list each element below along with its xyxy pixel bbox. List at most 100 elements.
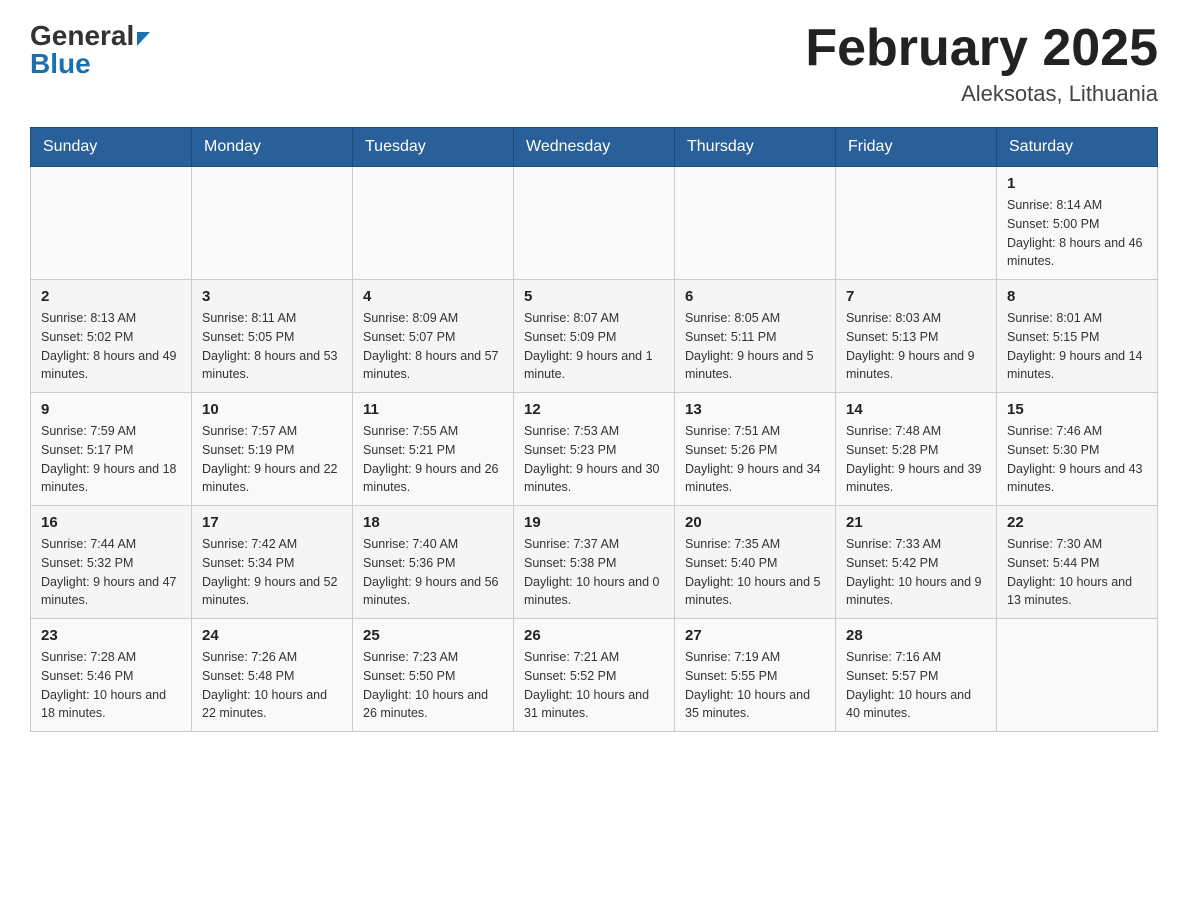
title-section: February 2025 Aleksotas, Lithuania bbox=[805, 20, 1158, 107]
day-info: Sunrise: 7:42 AM Sunset: 5:34 PM Daylight:… bbox=[202, 535, 342, 610]
day-info-line: Daylight: 9 hours and 43 minutes. bbox=[1007, 462, 1143, 495]
day-info-line: Daylight: 9 hours and 47 minutes. bbox=[41, 575, 177, 608]
day-info-line: Sunrise: 7:33 AM bbox=[846, 537, 941, 551]
calendar-day-cell: 28 Sunrise: 7:16 AM Sunset: 5:57 PM Dayligh… bbox=[836, 619, 997, 732]
day-info-line: Daylight: 8 hours and 46 minutes. bbox=[1007, 236, 1143, 269]
day-info-line: Sunset: 5:50 PM bbox=[363, 669, 455, 683]
day-info-line: Daylight: 9 hours and 18 minutes. bbox=[41, 462, 177, 495]
day-info-line: Sunrise: 7:53 AM bbox=[524, 424, 619, 438]
day-number: 20 bbox=[685, 514, 825, 531]
day-info: Sunrise: 7:28 AMSunset: 5:46 PMDaylight:… bbox=[41, 648, 181, 723]
day-info-line: Daylight: 9 hours and 56 minutes. bbox=[363, 575, 499, 608]
day-info: Sunrise: 7:33 AMSunset: 5:42 PMDaylight:… bbox=[846, 535, 986, 610]
calendar-day-cell: 25Sunrise: 7:23 AMSunset: 5:50 PMDayligh… bbox=[353, 619, 514, 732]
day-info-line: Sunrise: 7:30 AM bbox=[1007, 537, 1102, 551]
day-info: Sunrise: 7:59 AM Sunset: 5:17 PM Daylight:… bbox=[41, 422, 181, 497]
day-info-line: Sunrise: 7:55 AM bbox=[363, 424, 458, 438]
calendar-day-cell: 8Sunrise: 8:01 AMSunset: 5:15 PMDaylight… bbox=[997, 280, 1158, 393]
day-info-line: Sunrise: 7:48 AM bbox=[846, 424, 941, 438]
day-info: Sunrise: 7:51 AMSunset: 5:26 PMDaylight:… bbox=[685, 422, 825, 497]
day-info-line: Sunset: 5:40 PM bbox=[685, 556, 777, 570]
day-number: 3 bbox=[202, 288, 342, 305]
calendar-day-cell bbox=[31, 167, 192, 280]
day-info-line: Sunrise: 7:51 AM bbox=[685, 424, 780, 438]
day-info-line: Daylight: 10 hours and 22 minutes. bbox=[202, 688, 327, 721]
day-info-line: Sunrise: 8:11 AM bbox=[202, 311, 296, 325]
day-info-line: Daylight: 9 hours and 30 minutes. bbox=[524, 462, 660, 495]
day-info-line: Sunset: 5:34 PM bbox=[202, 556, 294, 570]
calendar-day-cell: 20 Sunrise: 7:35 AM Sunset: 5:40 PM Dayligh… bbox=[675, 506, 836, 619]
calendar-week-row: 16Sunrise: 7:44 AMSunset: 5:32 PMDayligh… bbox=[31, 506, 1158, 619]
day-number: 10 bbox=[202, 401, 342, 418]
day-info-line: Sunrise: 7:59 AM bbox=[41, 424, 136, 438]
day-number: 28 bbox=[846, 627, 986, 644]
calendar-day-cell: 12Sunrise: 7:53 AMSunset: 5:23 PMDayligh… bbox=[514, 393, 675, 506]
day-number: 2 bbox=[41, 288, 181, 305]
day-info: Sunrise: 7:30 AM Sunset: 5:44 PM Daylight:… bbox=[1007, 535, 1147, 610]
calendar-day-cell: 23Sunrise: 7:28 AMSunset: 5:46 PMDayligh… bbox=[31, 619, 192, 732]
calendar-day-cell: 5Sunrise: 8:07 AMSunset: 5:09 PMDaylight… bbox=[514, 280, 675, 393]
day-info-line: Daylight: 9 hours and 1 minute. bbox=[524, 349, 653, 382]
day-info-line: Sunrise: 8:14 AM bbox=[1007, 198, 1102, 212]
day-info-line: Sunrise: 8:13 AM bbox=[41, 311, 136, 325]
day-info-line: Sunrise: 7:46 AM bbox=[1007, 424, 1102, 438]
calendar-day-cell: 26Sunrise: 7:21 AMSunset: 5:52 PMDayligh… bbox=[514, 619, 675, 732]
day-number: 19 bbox=[524, 514, 664, 531]
day-info-line: Sunset: 5:05 PM bbox=[202, 330, 294, 344]
day-info-line: Sunset: 5:46 PM bbox=[41, 669, 133, 683]
day-info-line: Sunrise: 8:01 AM bbox=[1007, 311, 1102, 325]
day-number: 27 bbox=[685, 627, 825, 644]
day-info-line: Daylight: 10 hours and 35 minutes. bbox=[685, 688, 810, 721]
calendar-day-cell: 18Sunrise: 7:40 AMSunset: 5:36 PMDayligh… bbox=[353, 506, 514, 619]
day-info: Sunrise: 7:26 AMSunset: 5:48 PMDaylight:… bbox=[202, 648, 342, 723]
day-info-line: Daylight: 8 hours and 53 minutes. bbox=[202, 349, 338, 382]
day-info-line: Sunset: 5:38 PM bbox=[524, 556, 616, 570]
day-info-line: Daylight: 10 hours and 0 minutes. bbox=[524, 575, 660, 608]
day-info-line: Sunset: 5:57 PM bbox=[846, 669, 938, 683]
day-info-line: Sunrise: 7:35 AM bbox=[685, 537, 780, 551]
page-header: General Blue February 2025 Aleksotas, Li… bbox=[30, 20, 1158, 107]
day-info-line: Sunrise: 8:07 AM bbox=[524, 311, 619, 325]
day-info-line: Sunset: 5:44 PM bbox=[1007, 556, 1099, 570]
day-info-line: Sunrise: 8:05 AM bbox=[685, 311, 780, 325]
day-info-line: Daylight: 9 hours and 26 minutes. bbox=[363, 462, 499, 495]
day-number: 1 bbox=[1007, 175, 1147, 192]
day-number: 4 bbox=[363, 288, 503, 305]
day-info: Sunrise: 7:57 AMSunset: 5:19 PMDaylight:… bbox=[202, 422, 342, 497]
day-info-line: Sunset: 5:07 PM bbox=[363, 330, 455, 344]
calendar-day-cell bbox=[192, 167, 353, 280]
day-info-line: Sunrise: 7:16 AM bbox=[846, 650, 941, 664]
calendar-day-cell: 15Sunrise: 7:46 AMSunset: 5:30 PMDayligh… bbox=[997, 393, 1158, 506]
day-info-line: Sunrise: 7:28 AM bbox=[41, 650, 136, 664]
day-info-line: Sunrise: 7:42 AM bbox=[202, 537, 297, 551]
day-info-line: Sunrise: 7:44 AM bbox=[41, 537, 136, 551]
day-of-week-header: Sunday bbox=[31, 128, 192, 167]
day-info-line: Sunset: 5:11 PM bbox=[685, 330, 777, 344]
calendar-day-cell: 19Sunrise: 7:37 AMSunset: 5:38 PMDayligh… bbox=[514, 506, 675, 619]
calendar-day-cell: 13Sunrise: 7:51 AMSunset: 5:26 PMDayligh… bbox=[675, 393, 836, 506]
day-info-line: Sunrise: 7:40 AM bbox=[363, 537, 458, 551]
day-number: 17 bbox=[202, 514, 342, 531]
calendar-day-cell: 7Sunrise: 8:03 AMSunset: 5:13 PMDaylight… bbox=[836, 280, 997, 393]
day-number: 21 bbox=[846, 514, 986, 531]
calendar-day-cell: 2Sunrise: 8:13 AMSunset: 5:02 PMDaylight… bbox=[31, 280, 192, 393]
logo-blue-text: Blue bbox=[30, 50, 150, 78]
day-info-line: Sunset: 5:42 PM bbox=[846, 556, 938, 570]
day-info-line: Sunset: 5:21 PM bbox=[363, 443, 455, 457]
calendar-day-cell: 11Sunrise: 7:55 AMSunset: 5:21 PMDayligh… bbox=[353, 393, 514, 506]
day-info-line: Daylight: 10 hours and 5 minutes. bbox=[685, 575, 821, 608]
day-info: Sunrise: 8:01 AMSunset: 5:15 PMDaylight:… bbox=[1007, 309, 1147, 384]
day-info: Sunrise: 7:55 AM Sunset: 5:21 PM Daylight:… bbox=[363, 422, 503, 497]
day-info: Sunrise: 7:23 AMSunset: 5:50 PMDaylight:… bbox=[363, 648, 503, 723]
day-info-line: Sunset: 5:17 PM bbox=[41, 443, 133, 457]
day-info-line: Daylight: 10 hours and 40 minutes. bbox=[846, 688, 971, 721]
day-info-line: Daylight: 9 hours and 52 minutes. bbox=[202, 575, 338, 608]
day-info-line: Daylight: 9 hours and 39 minutes. bbox=[846, 462, 982, 495]
day-info-line: Daylight: 10 hours and 13 minutes. bbox=[1007, 575, 1132, 608]
day-of-week-header: Tuesday bbox=[353, 128, 514, 167]
calendar-week-row: 23Sunrise: 7:28 AMSunset: 5:46 PMDayligh… bbox=[31, 619, 1158, 732]
day-number: 14 bbox=[846, 401, 986, 418]
day-number: 6 bbox=[685, 288, 825, 305]
calendar-day-cell: 17 Sunrise: 7:42 AM Sunset: 5:34 PM Dayligh… bbox=[192, 506, 353, 619]
calendar-day-cell: 14Sunrise: 7:48 AMSunset: 5:28 PMDayligh… bbox=[836, 393, 997, 506]
